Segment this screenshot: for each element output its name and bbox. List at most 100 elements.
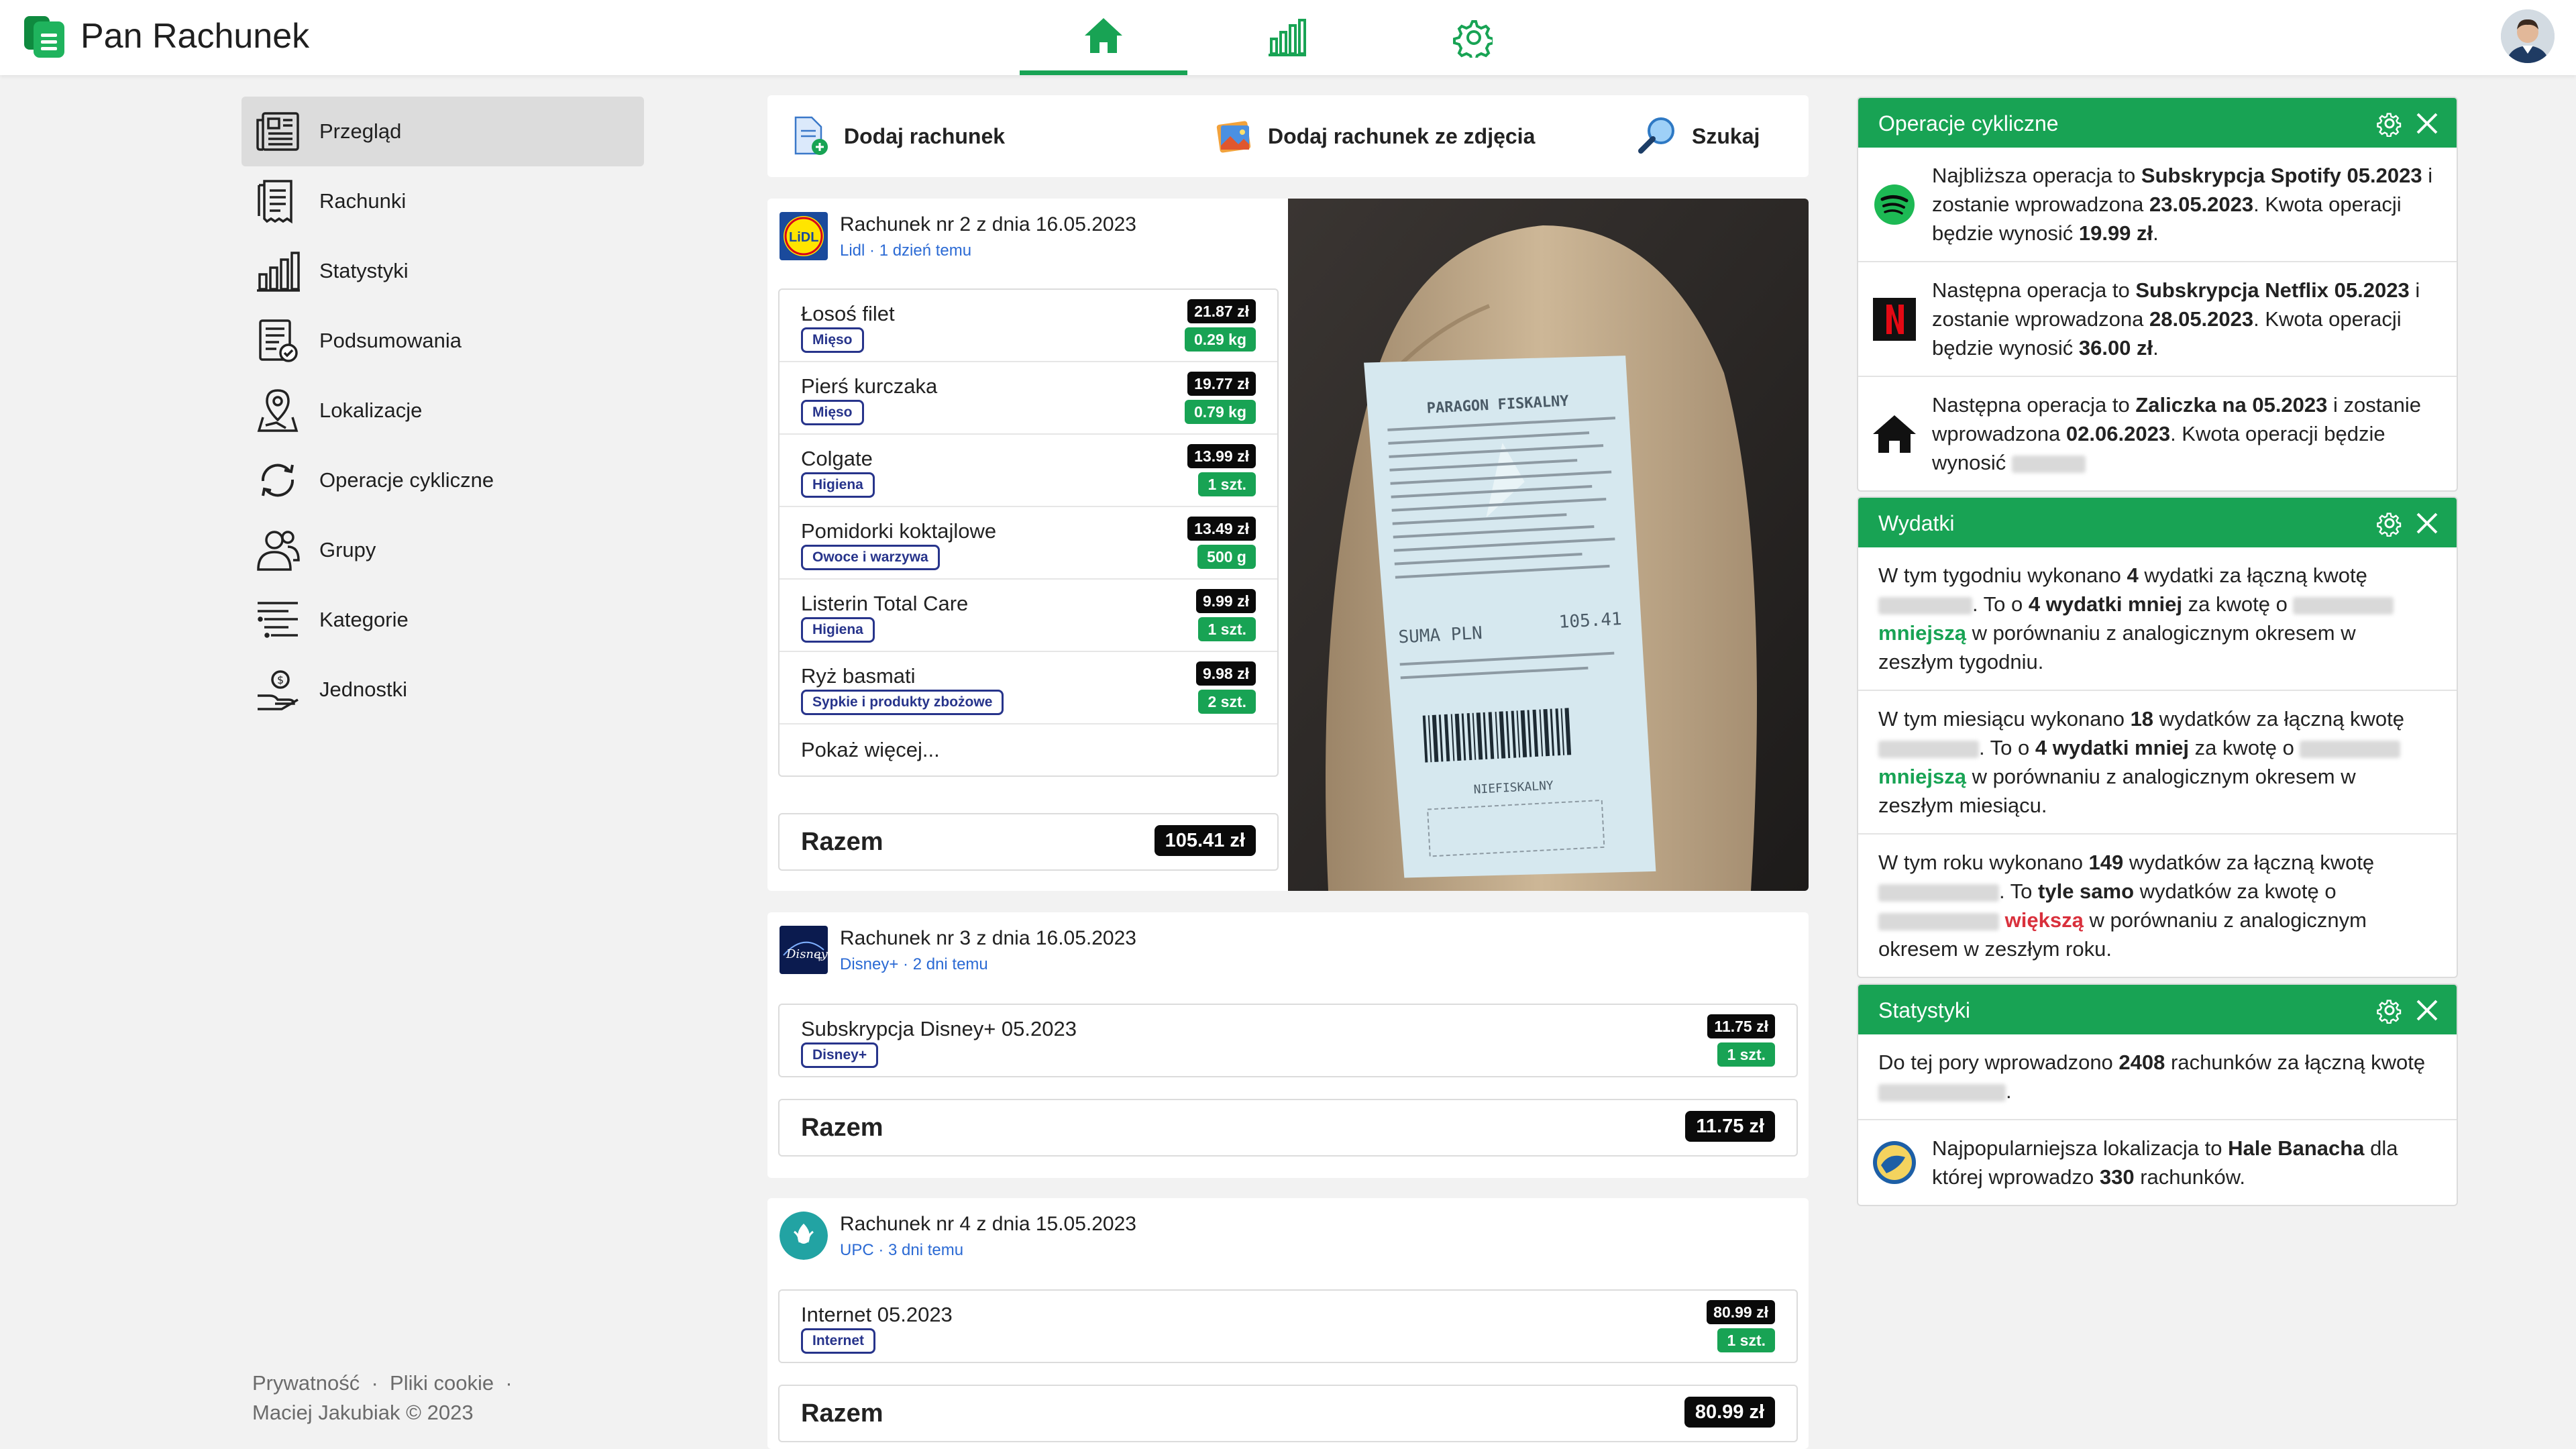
category-tag[interactable]: Mięso — [801, 327, 864, 353]
gear-icon[interactable] — [2376, 110, 2403, 137]
sidebar-item-label: Kategorie — [319, 608, 409, 631]
receipt-items: Internet 05.2023 Internet 80.99 zł 1 szt… — [778, 1289, 1798, 1363]
sidebar-item-label: Operacje cykliczne — [319, 468, 494, 492]
text: Następna operacja to — [1932, 278, 2136, 302]
list-item[interactable]: Łosoś filet Mięso 21.87 zł 0.29 kg — [780, 290, 1277, 362]
list-item[interactable]: Subskrypcja Disney+ 05.2023 Disney+ 11.7… — [780, 1005, 1796, 1076]
gear-icon[interactable] — [2376, 997, 2403, 1024]
total-price: 11.75 zł — [1685, 1111, 1775, 1142]
receipt-total: Razem 80.99 zł — [778, 1385, 1798, 1442]
sidebar-item-overview[interactable]: Przegląd — [241, 97, 644, 166]
hidden-amount — [2293, 596, 2394, 614]
brand[interactable]: Pan Rachunek — [24, 13, 309, 59]
units-icon: $ — [254, 665, 302, 714]
widget-title: Operacje cykliczne — [1878, 111, 2059, 136]
receipt-photo[interactable]: PARAGON FISKALNY SUMA PLN 105.41 NIEFISK… — [1288, 199, 1809, 891]
expense-count: 149 — [2088, 851, 2124, 874]
text: wydatki za łączną kwotę — [2138, 564, 2367, 587]
receipt-title: Rachunek nr 2 z dnia 16.05.2023 — [840, 213, 1136, 235]
search-icon — [1638, 117, 1674, 154]
sidebar-item-categories[interactable]: Kategorie — [241, 585, 644, 655]
add-bill-from-photo-button[interactable]: Dodaj rachunek ze zdjęcia — [1216, 117, 1535, 155]
sidebar-item-groups[interactable]: Grupy — [241, 515, 644, 585]
sidebar-item-locations[interactable]: Lokalizacje — [241, 376, 644, 445]
text: Najpopularniejsza lokalizacja to — [1932, 1136, 2229, 1160]
close-icon[interactable] — [2414, 997, 2440, 1024]
list-item[interactable]: Listerin Total Care Higiena 9.99 zł 1 sz… — [780, 580, 1277, 652]
svg-text:LiDL: LiDL — [789, 230, 818, 245]
netflix-icon — [1873, 297, 1916, 341]
sidebar-item-summaries[interactable]: Podsumowania — [241, 306, 644, 376]
newspaper-icon — [254, 107, 302, 156]
privacy-link[interactable]: Prywatność — [252, 1371, 360, 1395]
sidebar-item-units[interactable]: $ Jednostki — [241, 655, 644, 724]
item-name: Subskrypcja Disney+ 05.2023 — [801, 1017, 1077, 1040]
category-tag[interactable]: Owoce i warzywa — [801, 545, 940, 570]
category-tag[interactable]: Higiena — [801, 472, 875, 498]
tab-home[interactable] — [1020, 0, 1187, 75]
receipt-items: Subskrypcja Disney+ 05.2023 Disney+ 11.7… — [778, 1004, 1798, 1077]
category-tag[interactable]: Disney+ — [801, 1042, 879, 1068]
item-quantity: 1 szt. — [1198, 472, 1256, 496]
photo-icon — [1216, 121, 1251, 153]
sidebar-item-bills[interactable]: Rachunki — [241, 166, 644, 236]
sidebar-item-statistics[interactable]: Statystyki — [241, 236, 644, 306]
footer: Prywatność · Pliki cookie · Maciej Jakub… — [252, 1368, 513, 1428]
list-item[interactable]: Pomidorki koktajlowe Owoce i warzywa 13.… — [780, 507, 1277, 580]
widget-title: Wydatki — [1878, 511, 1955, 535]
hidden-amount — [1878, 596, 1972, 614]
cyclic-operation-row[interactable]: Najbliższa operacja to Subskrypcja Spoti… — [1858, 148, 2457, 262]
add-bill-button[interactable]: Dodaj rachunek — [792, 116, 1005, 156]
item-price: 9.98 zł — [1195, 661, 1256, 686]
sidebar-item-cyclic[interactable]: Operacje cykliczne — [241, 445, 644, 515]
popular-location-row[interactable]: Najpopularniejsza lokalizacja to Hale Ba… — [1858, 1120, 2457, 1205]
user-avatar[interactable] — [2501, 9, 2555, 63]
sidebar-item-label: Grupy — [319, 538, 376, 561]
category-tag[interactable]: Higiena — [801, 617, 875, 643]
receipt-card[interactable]: Disney + Rachunek nr 3 z dnia 16.05.2023… — [767, 912, 1809, 1178]
list-item[interactable]: Colgate Higiena 13.99 zł 1 szt. — [780, 435, 1277, 507]
checklist-icon — [254, 317, 302, 365]
text: Następna operacja to — [1932, 393, 2136, 417]
category-tag[interactable]: Internet — [801, 1328, 876, 1354]
receipt-total: Razem 11.75 zł — [778, 1099, 1798, 1157]
receipt-photo-sum: 105.41 — [1558, 609, 1622, 633]
hidden-amount — [1878, 740, 1979, 758]
cyclic-operation-row[interactable]: Następna operacja to Zaliczka na 05.2023… — [1858, 377, 2457, 490]
sidebar: Przegląd Rachunki Statystyki Podsumowani… — [241, 97, 644, 724]
comparison-less: mniejszą — [1878, 621, 1966, 645]
close-icon[interactable] — [2414, 110, 2440, 137]
category-tag[interactable]: Sypkie i produkty zbożowe — [801, 690, 1004, 715]
item-quantity: 2 szt. — [1198, 690, 1256, 714]
add-bill-from-photo-label: Dodaj rachunek ze zdjęcia — [1268, 123, 1536, 148]
text: W tym miesiącu wykonano — [1878, 707, 2131, 731]
receipt-card[interactable]: Rachunek nr 4 z dnia 15.05.2023 UPC · 3 … — [767, 1198, 1809, 1449]
add-document-icon — [794, 116, 828, 155]
bills-count: 2408 — [2118, 1051, 2165, 1074]
footer-separator: · — [505, 1371, 513, 1395]
disney-plus-logo-icon: Disney + — [780, 926, 828, 974]
item-quantity: 0.79 kg — [1185, 400, 1256, 424]
categories-icon — [254, 596, 302, 644]
text: za kwotę o — [2189, 736, 2300, 759]
svg-text:$: $ — [277, 674, 284, 686]
item-name: Pierś kurczaka — [801, 374, 938, 398]
show-more-link[interactable]: Pokaż więcej... — [780, 724, 1277, 775]
search-button[interactable]: Szukaj — [1637, 116, 1760, 156]
tab-settings[interactable] — [1389, 0, 1556, 75]
list-item[interactable]: Internet 05.2023 Internet 80.99 zł 1 szt… — [780, 1291, 1796, 1362]
list-item[interactable]: Pierś kurczaka Mięso 19.77 zł 0.79 kg — [780, 362, 1277, 435]
operation-date: 28.05.2023 — [2149, 307, 2254, 331]
cyclic-operation-row[interactable]: Następna operacja to Subskrypcja Netflix… — [1858, 262, 2457, 377]
cookies-link[interactable]: Pliki cookie — [390, 1371, 494, 1395]
total-bills-row: Do tej pory wprowadzono 2408 rachunków z… — [1858, 1034, 2457, 1120]
tab-statistics[interactable] — [1203, 0, 1371, 75]
sidebar-item-label: Statystyki — [319, 259, 409, 282]
operation-name: Zaliczka na 05.2023 — [2135, 393, 2328, 417]
item-name: Pomidorki koktajlowe — [801, 519, 997, 543]
location-logo-icon — [1873, 1141, 1916, 1184]
category-tag[interactable]: Mięso — [801, 400, 864, 425]
gear-icon[interactable] — [2376, 510, 2403, 537]
list-item[interactable]: Ryż basmati Sypkie i produkty zbożowe 9.… — [780, 652, 1277, 724]
close-icon[interactable] — [2414, 510, 2440, 537]
